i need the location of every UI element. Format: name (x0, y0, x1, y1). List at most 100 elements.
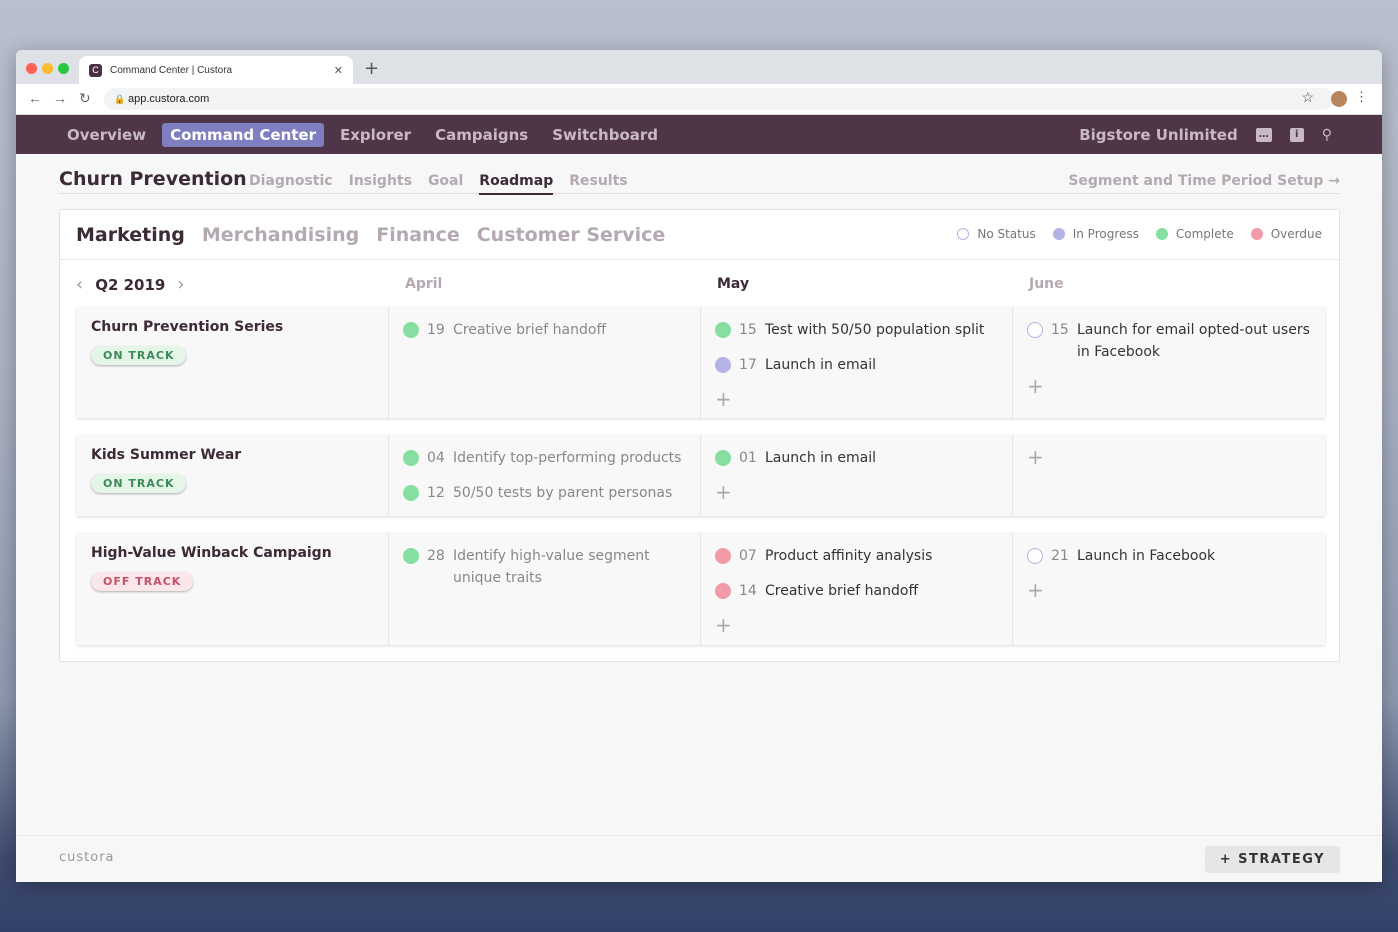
browser-tab[interactable]: C Command Center | Custora ✕ (79, 56, 353, 84)
strategy-name[interactable]: Kids Summer Wear (91, 447, 374, 463)
address-bar-row: ← → ↻ 🔒 app.custora.com ☆ ⋮ (16, 84, 1382, 115)
prev-quarter-chevron-icon[interactable]: ‹ (76, 274, 83, 295)
milestone-day: 21 (1051, 548, 1069, 564)
milestone-day: 14 (739, 583, 757, 599)
nav-switchboard[interactable]: Switchboard (544, 123, 666, 147)
milestone[interactable]: 07 Product affinity analysis (715, 545, 998, 567)
milestone-day: 19 (427, 322, 445, 338)
strategy-cell[interactable]: Kids Summer Wear ON TRACK (77, 435, 389, 516)
profile-avatar[interactable] (1331, 91, 1347, 107)
month-may: May (717, 276, 750, 292)
milestone[interactable]: 17 Launch in email (715, 354, 998, 376)
milestone[interactable]: 28 Identify high-value segment unique tra… (403, 545, 686, 589)
milestone[interactable]: 12 50/50 tests by parent personas (403, 482, 686, 504)
milestone-text: Launch in email (765, 357, 876, 373)
milestone-day: 04 (427, 450, 445, 466)
milestone[interactable]: 15 Launch for email opted-out users in Fa… (1027, 319, 1311, 363)
nav-explorer[interactable]: Explorer (332, 123, 419, 147)
menu-icon[interactable]: ⋮ (1355, 89, 1368, 105)
strategy-cell[interactable]: High-Value Winback Campaign OFF TRACK (77, 533, 389, 645)
page-title: Churn Prevention (59, 168, 247, 190)
milestone-text: Launch for email opted-out users in Face… (1077, 322, 1310, 360)
strategy-row: Churn Prevention Series ON TRACK 19 Creativ… (77, 307, 1325, 418)
milestone[interactable]: 21 Launch in Facebook (1027, 545, 1311, 567)
legend-overdue: Overdue (1250, 227, 1322, 241)
dept-tab-finance[interactable]: Finance (376, 224, 460, 246)
add-milestone-plus-icon[interactable]: + (1027, 376, 1311, 396)
month-cell: 21 Launch in Facebook + (1013, 533, 1325, 645)
close-window-button[interactable] (26, 63, 37, 74)
tab-insights[interactable]: Insights (349, 173, 412, 195)
milestone-text: Test with 50/50 population split (765, 322, 985, 338)
minimize-window-button[interactable] (42, 63, 53, 74)
search-icon[interactable]: ⚲ (1322, 127, 1332, 143)
sub-header: Churn Prevention Diagnostic Insights Goa… (59, 166, 1340, 195)
milestone-text: 50/50 tests by parent personas (453, 485, 673, 501)
milestone-day: 12 (427, 485, 445, 501)
browser-window: C Command Center | Custora ✕ + ← → ↻ 🔒 app.… (16, 50, 1382, 882)
legend-in-progress: In Progress (1052, 227, 1139, 241)
next-quarter-chevron-icon[interactable]: › (177, 274, 184, 295)
chat-icon[interactable]: … (1255, 127, 1272, 142)
add-milestone-plus-icon[interactable]: + (715, 482, 998, 502)
lock-icon: 🔒 (114, 94, 126, 104)
month-cell: + (1013, 435, 1325, 516)
divider (60, 259, 1339, 260)
status-badge: OFF TRACK (91, 572, 194, 591)
status-dot-icon (715, 583, 731, 599)
strategy-name[interactable]: High-Value Winback Campaign (91, 545, 374, 561)
nav-campaigns[interactable]: Campaigns (427, 123, 536, 147)
status-dot-icon (715, 450, 731, 466)
url-input[interactable]: 🔒 app.custora.com (104, 88, 1334, 110)
strategy-name[interactable]: Churn Prevention Series (91, 319, 374, 335)
milestone-day: 17 (739, 357, 757, 373)
dept-tab-customer-service[interactable]: Customer Service (477, 224, 666, 246)
milestone[interactable]: 14 Creative brief handoff (715, 580, 998, 602)
account-name[interactable]: Bigstore Unlimited (1079, 126, 1238, 144)
bookmark-star-icon[interactable]: ☆ (1301, 89, 1314, 106)
month-cell: 01 Launch in email + (701, 435, 1013, 516)
tab-results[interactable]: Results (569, 173, 627, 195)
dept-tab-marketing[interactable]: Marketing (76, 224, 185, 246)
dept-tab-merchandising[interactable]: Merchandising (202, 224, 359, 246)
tab-title: Command Center | Custora (110, 64, 233, 76)
add-milestone-plus-icon[interactable]: + (715, 389, 998, 409)
milestone-day: 28 (427, 548, 445, 564)
month-june: June (1029, 276, 1064, 292)
status-dot-icon (715, 357, 731, 373)
milestone[interactable]: 01 Launch in email (715, 447, 998, 469)
milestone-text: Launch in email (765, 450, 876, 466)
milestone-text: Product affinity analysis (765, 548, 933, 564)
add-milestone-plus-icon[interactable]: + (1027, 580, 1311, 600)
segment-setup-link[interactable]: Segment and Time Period Setup → (1068, 173, 1340, 189)
nav-command-center[interactable]: Command Center (162, 122, 324, 147)
quarter-label: Q2 2019 (95, 275, 166, 294)
close-tab-icon[interactable]: ✕ (334, 64, 343, 77)
milestone[interactable]: 04 Identify top-performing products (403, 447, 686, 469)
tab-goal[interactable]: Goal (428, 173, 463, 195)
tab-roadmap[interactable]: Roadmap (479, 173, 554, 195)
milestone[interactable]: 19 Creative brief handoff (403, 319, 686, 341)
maximize-window-button[interactable] (58, 63, 69, 74)
status-dot-icon (1027, 322, 1043, 338)
add-milestone-plus-icon[interactable]: + (1027, 447, 1311, 467)
status-dot-icon (715, 548, 731, 564)
add-strategy-button[interactable]: + STRATEGY (1204, 846, 1340, 873)
nav-overview[interactable]: Overview (59, 123, 154, 147)
reload-icon[interactable]: ↻ (79, 90, 91, 107)
new-tab-button[interactable]: + (364, 58, 379, 79)
milestone[interactable]: 15 Test with 50/50 population split (715, 319, 998, 341)
milestone-text: Identify high-value segment unique trait… (453, 548, 650, 586)
tab-diagnostic[interactable]: Diagnostic (249, 173, 333, 195)
forward-icon[interactable]: → (53, 90, 67, 106)
info-icon[interactable]: i (1289, 127, 1304, 142)
status-dot-icon (403, 450, 419, 466)
month-cell: 15 Test with 50/50 population split 17 Laun… (701, 307, 1013, 418)
back-icon[interactable]: ← (28, 90, 42, 106)
status-legend: No Status In Progress Complete Overdue (957, 227, 1322, 241)
status-badge: ON TRACK (91, 346, 187, 365)
url-text: app.custora.com (128, 93, 210, 105)
add-milestone-plus-icon[interactable]: + (715, 615, 998, 635)
strategy-cell[interactable]: Churn Prevention Series ON TRACK (77, 307, 389, 418)
custora-logo: custora (59, 850, 115, 865)
